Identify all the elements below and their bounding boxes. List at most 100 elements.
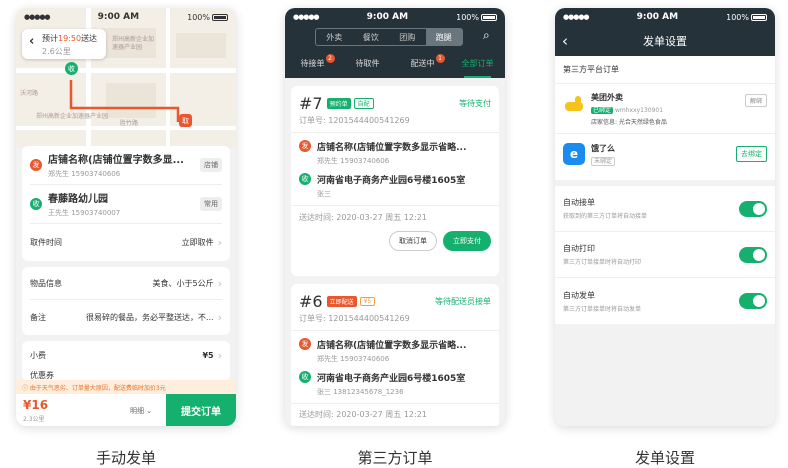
platform-section: 第三方平台订单 美团外卖 已绑定 wmhxxy130901 店家信息: 光合天然… [555, 56, 775, 180]
eta-distance: 2.6公里 [42, 47, 71, 56]
phone-manual-order: ●●●●● 9:00 AM 100% ‹ 预计19:50送达 2.6公里 郑州高… [16, 8, 236, 426]
back-icon[interactable]: ‹ [562, 32, 568, 50]
signal-icon: ●●●●● [293, 13, 320, 21]
delivery-time: 送达时间: 2020-03-27 周五 12:21 [299, 410, 427, 419]
top-header: ●●●●● 9:00 AM 100% ‹ 发单设置 [555, 8, 775, 56]
battery: 100% [187, 13, 228, 22]
info-icon: ⓘ [22, 385, 30, 392]
delivery-time: 送达时间: 2020-03-27 周五 12:21 [299, 213, 427, 222]
detail-link[interactable]: 明细 ⌄ [130, 406, 152, 416]
tab-pending-accept[interactable]: 待接单 2 [285, 52, 340, 78]
signal-icon: ●●●●● [24, 13, 51, 21]
pickup-label: 取件时间 [30, 237, 62, 247]
store-info: 店家信息: 光合天然绿色食品 [591, 119, 667, 126]
order-number: #6 [299, 292, 323, 311]
tab-pending-pickup[interactable]: 待取件 [340, 52, 395, 78]
signal-icon: ●●●●● [563, 13, 590, 21]
order-no: 订单号: 1201544400541269 [291, 113, 499, 133]
map-label: 胜竹路 [120, 120, 139, 127]
sender-row[interactable]: 发 店铺名称(店铺位置字数多显... 郑先生 15903740606 店铺 [30, 146, 222, 185]
battery: 100% [726, 13, 767, 22]
chevron-right-icon: › [217, 276, 222, 290]
map-label: 沃河路 [20, 90, 39, 97]
order-status: 等待配送员接单 [435, 297, 491, 306]
sender-pin-icon[interactable]: 取 [179, 114, 192, 127]
tip-row[interactable]: 小费 ¥5 › [30, 341, 222, 369]
remark-row[interactable]: 备注 很易碎的餐品，务必平整送达，不... › [30, 300, 222, 334]
sender-name: 店铺名称(店铺位置字数多显... [48, 155, 184, 166]
chevron-right-icon: › [217, 348, 222, 362]
meituan-logo-icon [563, 94, 585, 116]
remark-label: 备注 [30, 312, 46, 322]
clock: 9:00 AM [636, 12, 679, 22]
setting-title: 自动发单 [563, 290, 595, 300]
tab-delivering[interactable]: 配送中 1 [395, 52, 450, 78]
unbind-button[interactable]: 解绑 [744, 94, 767, 107]
section-title: 第三方平台订单 [555, 56, 775, 84]
order-tag: 预约单 [326, 98, 351, 109]
auto-print-toggle[interactable] [739, 246, 767, 263]
tip-label: 小费 [30, 350, 46, 360]
order-card-7[interactable]: #7 预约单 自配 等待支付 订单号: 1201544400541269 发 店… [291, 86, 499, 276]
sender-name: 店铺名称(店铺位置字数多显示省略... [317, 341, 467, 351]
order-tabs: 待接单 2 待取件 配送中 1 全部订单 [285, 52, 505, 78]
eta-bubble: ‹ 预计19:50送达 2.6公里 [22, 29, 106, 59]
bottom-bar: ¥16 2.3公里 明细 ⌄ 提交订单 [16, 394, 236, 426]
sender-tag: 店铺 [200, 158, 222, 172]
phone-third-party-orders: ●●●●● 9:00 AM 100% 外卖 餐饮 团购 跑腿 ⌕ 待接单 2 待取… [285, 8, 505, 426]
setting-desc: 第三方订单接单时将自动发单 [563, 305, 642, 313]
search-icon[interactable]: ⌕ [483, 28, 490, 43]
status-bar: ●●●●● 9:00 AM 100% [555, 8, 775, 26]
receiver-pin-icon[interactable]: 收 [65, 62, 78, 75]
eleme-logo-icon: e [563, 143, 585, 165]
submit-order-button[interactable]: 提交订单 [166, 394, 236, 426]
tab-badge: 1 [435, 54, 445, 63]
order-no: 订单号: 1201544400541269 [291, 311, 499, 331]
receiver-badge: 收 [299, 173, 311, 185]
chevron-down-icon: ⌄ [146, 407, 153, 415]
tab-all-orders[interactable]: 全部订单 [450, 52, 505, 78]
clock: 9:00 AM [97, 12, 140, 22]
map-area[interactable]: ●●●●● 9:00 AM 100% ‹ 预计19:50送达 2.6公里 郑州高… [16, 8, 236, 148]
order-tag: 自配 [353, 98, 374, 109]
back-icon[interactable]: ‹ [29, 34, 34, 49]
segment-dining[interactable]: 餐饮 [353, 29, 390, 45]
fee-card: 小费 ¥5 › 优惠券 [22, 341, 230, 381]
phone-order-settings: ●●●●● 9:00 AM 100% ‹ 发单设置 第三方平台订单 美团外卖 已… [555, 8, 775, 426]
auto-settings: 自动接单 获取到的第三方订单将自动接单 自动打印 第三方订单接单时将自动打印 自动发… [555, 186, 775, 324]
sender-contact: 郑先生 15903740606 [317, 157, 390, 165]
chevron-right-icon: › [217, 310, 222, 324]
receiver-address: 河南省电子商务产业园6号楼1605室 [317, 374, 466, 384]
goods-row[interactable]: 物品信息 美食、小于5公斤 › [30, 267, 222, 300]
cancel-order-button[interactable]: 取消订单 [389, 231, 437, 251]
auto-accept-toggle[interactable] [739, 200, 767, 217]
battery-icon [481, 13, 497, 21]
order-tag: ¥5 [359, 297, 376, 306]
battery: 100% [456, 13, 497, 22]
pickup-value: 立即取件 [181, 237, 214, 247]
receiver-tag: 常用 [200, 197, 222, 211]
clock: 9:00 AM [366, 12, 409, 22]
receiver-row[interactable]: 收 春藤路幼儿园 王先生 15903740007 常用 [30, 185, 222, 224]
map-label: 速器产业园 [112, 44, 143, 51]
bound-tag: 已绑定 [591, 107, 614, 114]
platform-account: wmhxxy130901 [614, 107, 664, 114]
segment-errand[interactable]: 跑腿 [425, 29, 462, 45]
order-card-6[interactable]: #6 立即配送 ¥5 等待配送员接单 订单号: 1201544400541269… [291, 284, 499, 426]
sender-contact: 郑先生 15903740606 [48, 170, 121, 178]
sender-name: 店铺名称(店铺位置字数多显示省略... [317, 143, 467, 153]
pickup-time-row[interactable]: 取件时间 立即取件 › [30, 224, 222, 260]
setting-desc: 第三方订单接单时将自动打印 [563, 259, 642, 266]
map-label: 郑州高新企业加速器产业园 [36, 113, 109, 120]
segment-group[interactable]: 团购 [389, 29, 426, 45]
setting-title: 自动接单 [563, 198, 595, 207]
receiver-contact: 张三 13812345678_1236 [317, 388, 404, 396]
segment-takeout[interactable]: 外卖 [316, 29, 353, 45]
bind-button[interactable]: 去绑定 [736, 146, 767, 162]
auto-dispatch-toggle[interactable] [739, 293, 767, 309]
goods-label: 物品信息 [30, 278, 62, 288]
setting-auto-accept: 自动接单 获取到的第三方订单将自动接单 [555, 186, 775, 232]
tab-badge: 2 [325, 54, 335, 63]
meituan-row: 美团外卖 已绑定 wmhxxy130901 店家信息: 光合天然绿色食品 解绑 [555, 84, 775, 134]
pay-now-button[interactable]: 立即支付 [443, 231, 491, 251]
